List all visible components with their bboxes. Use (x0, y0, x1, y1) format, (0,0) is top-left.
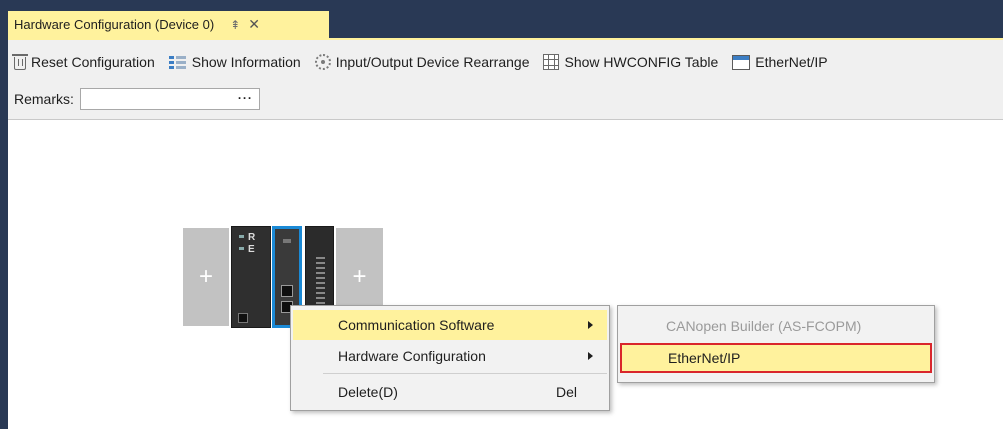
table-icon (543, 54, 560, 70)
io-device-rearrange-button[interactable]: Input/Output Device Rearrange (314, 54, 530, 70)
menu-item-label: Delete(D) (338, 384, 398, 400)
cpu-led-label-e: E (248, 244, 255, 255)
menu-item-communication-software[interactable]: Communication Software (293, 310, 607, 340)
plus-icon: + (352, 263, 367, 290)
close-icon[interactable]: ✕ (248, 16, 260, 33)
remarks-field[interactable]: ··· (79, 88, 260, 110)
reset-configuration-button[interactable]: Reset Configuration (12, 54, 155, 70)
menu-item-delete[interactable]: Delete(D) Del (293, 377, 607, 407)
document-tab[interactable]: Hardware Configuration (Device 0) ⇞ ✕ (8, 11, 329, 38)
context-menu: Communication Software Hardware Configur… (290, 305, 610, 411)
plus-icon: + (198, 263, 213, 290)
remarks-row: Remarks: ··· (14, 88, 260, 110)
status-led (239, 235, 244, 238)
menu-shortcut: Del (555, 384, 577, 400)
terminal-block (316, 257, 325, 307)
port-icon (238, 313, 248, 323)
reset-configuration-label: Reset Configuration (31, 54, 155, 70)
menu-item-label: Hardware Configuration (338, 348, 486, 364)
window-icon (732, 54, 751, 70)
pin-icon[interactable]: ⇞ (230, 18, 240, 32)
submenu-item-canopen-builder: CANopen Builder (AS-FCOPM) (620, 311, 932, 341)
ethernet-ip-label: EtherNet/IP (755, 54, 828, 70)
submenu-item-ethernet-ip[interactable]: EtherNet/IP (620, 343, 932, 373)
ethernet-ip-button[interactable]: EtherNet/IP (732, 54, 828, 70)
gear-icon (314, 54, 331, 70)
show-information-button[interactable]: Show Information (168, 54, 301, 70)
show-information-label: Show Information (191, 54, 301, 70)
left-window-border (0, 0, 8, 429)
remarks-input[interactable] (80, 89, 231, 109)
submenu-item-label: EtherNet/IP (668, 350, 741, 366)
menu-item-label: Communication Software (338, 317, 495, 333)
show-hwconfig-table-label: Show HWCONFIG Table (564, 54, 719, 70)
document-tab-title: Hardware Configuration (Device 0) (14, 17, 215, 32)
menu-separator (323, 373, 607, 374)
module-slot-marker (283, 239, 291, 243)
cpu-module[interactable]: R E (231, 226, 271, 328)
info-list-icon (168, 54, 187, 70)
communication-software-submenu: CANopen Builder (AS-FCOPM) EtherNet/IP (617, 305, 935, 383)
menu-item-hardware-configuration[interactable]: Hardware Configuration (293, 341, 607, 371)
status-led (239, 247, 244, 250)
submenu-item-label: CANopen Builder (AS-FCOPM) (666, 318, 862, 334)
remarks-label: Remarks: (14, 91, 74, 107)
submenu-arrow-icon (588, 352, 593, 360)
add-module-slot-left[interactable]: + (183, 228, 229, 326)
toolbar: Reset Configuration Show Information Inp… (12, 50, 842, 74)
remarks-browse-button[interactable]: ··· (238, 91, 253, 105)
submenu-arrow-icon (588, 321, 593, 329)
toolbar-area: Reset Configuration Show Information Inp… (8, 40, 1003, 120)
trash-icon (12, 54, 28, 70)
show-hwconfig-table-button[interactable]: Show HWCONFIG Table (543, 54, 718, 70)
ethernet-port-icon (281, 285, 293, 297)
cpu-led-label-r: R (248, 232, 256, 243)
io-device-rearrange-label: Input/Output Device Rearrange (335, 54, 530, 70)
